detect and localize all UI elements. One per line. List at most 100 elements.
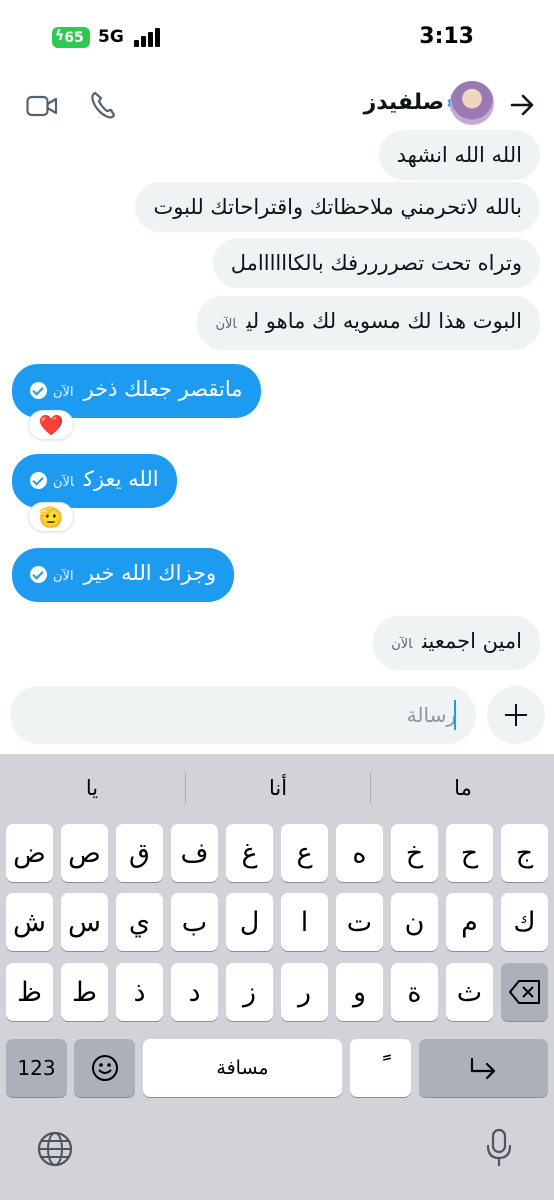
avatar[interactable] xyxy=(450,81,494,125)
message-time: الآن xyxy=(391,637,413,652)
mic-icon[interactable] xyxy=(484,1128,514,1168)
key-label: ت xyxy=(346,906,373,938)
key-label: ه xyxy=(352,837,367,869)
message-input[interactable] xyxy=(56,698,456,732)
battery-indicator: ϟ 65 xyxy=(52,27,90,48)
numbers-key[interactable]: 123 xyxy=(6,1039,67,1097)
message-time: الآن xyxy=(215,317,237,332)
suggestion-item[interactable]: ما xyxy=(371,776,554,800)
message-text: ماتقصر جعلك ذخر xyxy=(83,377,243,401)
key-label: ذ xyxy=(133,976,146,1008)
key-label: ض xyxy=(13,837,46,869)
chat-header: صلفيدز xyxy=(0,75,554,137)
key-label: ب xyxy=(181,906,208,938)
key-row2-0[interactable]: ش xyxy=(6,893,53,951)
key-label: و xyxy=(352,976,367,1008)
key-row2-9[interactable]: ك xyxy=(501,893,548,951)
sent-check-icon xyxy=(30,381,47,399)
key-row1-5[interactable]: ع xyxy=(281,824,328,882)
key-row1-4[interactable]: غ xyxy=(226,824,273,882)
suggestion-item[interactable]: أنا xyxy=(186,776,370,800)
key-row3-0[interactable]: ظ xyxy=(6,963,53,1021)
key-row3-4[interactable]: ز xyxy=(226,963,273,1021)
key-row2-1[interactable]: س xyxy=(61,893,108,951)
contact-name[interactable]: صلفيدز xyxy=(364,90,444,115)
emoji-key[interactable] xyxy=(74,1039,135,1097)
key-row2-8[interactable]: م xyxy=(446,893,493,951)
key-row1-0[interactable]: ض xyxy=(6,824,53,882)
delete-key[interactable] xyxy=(501,963,548,1021)
message-text: بالله لاتحرمني ملاحظاتك واقتراحاتك للبوت xyxy=(153,195,522,219)
key-label: ث xyxy=(456,976,483,1008)
message-bubble-incoming[interactable]: بالله لاتحرمني ملاحظاتك واقتراحاتك للبوت xyxy=(135,182,540,232)
key-label: ك xyxy=(513,906,536,938)
signal-icon xyxy=(134,27,162,47)
key-label: ظ xyxy=(17,976,42,1008)
key-row2-7[interactable]: ن xyxy=(391,893,438,951)
key-row3-7[interactable]: ة xyxy=(391,963,438,1021)
diacritic-key[interactable]: ًً xyxy=(350,1039,411,1097)
key-label: م xyxy=(461,906,478,938)
key-row3-5[interactable]: ر xyxy=(281,963,328,1021)
message-bubble-incoming[interactable]: البوت هذا لك مسويه لك ماهو لي الآن xyxy=(197,296,540,350)
key-row3-1[interactable]: ط xyxy=(61,963,108,1021)
key-row3-6[interactable]: و xyxy=(336,963,383,1021)
status-bar: ϟ 65 5G 3:13 xyxy=(0,0,554,75)
key-label: غ xyxy=(241,837,258,869)
key-row2-5[interactable]: ا xyxy=(281,893,328,951)
message-text: الله يعزك xyxy=(83,467,159,491)
key-row2-4[interactable]: ل xyxy=(226,893,273,951)
key-label: س xyxy=(68,906,101,938)
message-bubble-outgoing[interactable]: وجزاك الله خير الآن xyxy=(12,548,235,602)
message-text: وتراه تحت تصررررفك بالكاااااامل xyxy=(230,251,522,275)
key-label: ف xyxy=(180,837,209,869)
message-bubble-incoming[interactable]: امين اجمعين الآن xyxy=(373,616,540,670)
sent-check-icon xyxy=(30,565,47,583)
message-text: وجزاك الله خير xyxy=(83,561,217,585)
globe-icon[interactable] xyxy=(36,1130,74,1168)
key-row2-6[interactable]: ت xyxy=(336,893,383,951)
key-row1-3[interactable]: ف xyxy=(171,824,218,882)
message-text: البوت هذا لك مسويه لك ماهو لي xyxy=(246,309,522,333)
key-label: ر xyxy=(297,976,312,1008)
network-type: 5G xyxy=(98,27,124,47)
text-cursor xyxy=(454,700,456,730)
reaction-badge[interactable]: ❤️ xyxy=(28,410,74,440)
add-attachment-button[interactable] xyxy=(487,686,545,744)
keyboard: يا أنا ما 123 مسافة ًً ضصقفغ ع ه خ ح ج شسيبل ا ت… xyxy=(0,754,554,1200)
key-row3-2[interactable]: ذ xyxy=(116,963,163,1021)
reaction-badge[interactable]: 🫡 xyxy=(28,502,74,532)
key-label: ل xyxy=(239,906,260,938)
key-row1-9[interactable]: ج xyxy=(501,824,548,882)
key-row1-2[interactable]: ق xyxy=(116,824,163,882)
key-row1-6[interactable]: ه xyxy=(336,824,383,882)
key-row1-8[interactable]: ح xyxy=(446,824,493,882)
message-list: الله الله انشهد بالله لاتحرمني ملاحظاتك … xyxy=(0,130,554,680)
video-icon[interactable] xyxy=(26,93,58,119)
key-label: ح xyxy=(460,837,479,869)
key-row2-3[interactable]: ب xyxy=(171,893,218,951)
numbers-key-label: 123 xyxy=(17,1056,56,1080)
message-time: الآن xyxy=(53,385,74,400)
message-bubble-outgoing[interactable]: الله يعزك الآن xyxy=(12,454,177,508)
key-row3-8[interactable]: ث xyxy=(446,963,493,1021)
battery-level: 65 xyxy=(64,29,84,46)
key-label: ق xyxy=(129,837,150,869)
key-row1-1[interactable]: ص xyxy=(61,824,108,882)
key-label: ن xyxy=(404,906,425,938)
space-key-label: مسافة xyxy=(216,1057,269,1079)
phone-icon[interactable] xyxy=(89,90,117,120)
back-arrow-icon[interactable] xyxy=(508,91,536,119)
key-row1-7[interactable]: خ xyxy=(391,824,438,882)
key-row2-2[interactable]: ي xyxy=(116,893,163,951)
message-bubble-incoming[interactable]: وتراه تحت تصررررفك بالكاااااامل xyxy=(212,238,540,288)
message-bubble-incoming[interactable]: الله الله انشهد xyxy=(378,130,540,180)
key-row3-3[interactable]: د xyxy=(171,963,218,1021)
emoji-icon xyxy=(91,1055,118,1081)
key-label: ط xyxy=(72,976,97,1008)
space-key[interactable]: مسافة xyxy=(143,1039,342,1097)
return-key[interactable] xyxy=(419,1039,548,1097)
suggestion-item[interactable]: يا xyxy=(0,776,184,800)
key-label: خ xyxy=(405,837,424,869)
key-label: ي xyxy=(128,906,151,938)
